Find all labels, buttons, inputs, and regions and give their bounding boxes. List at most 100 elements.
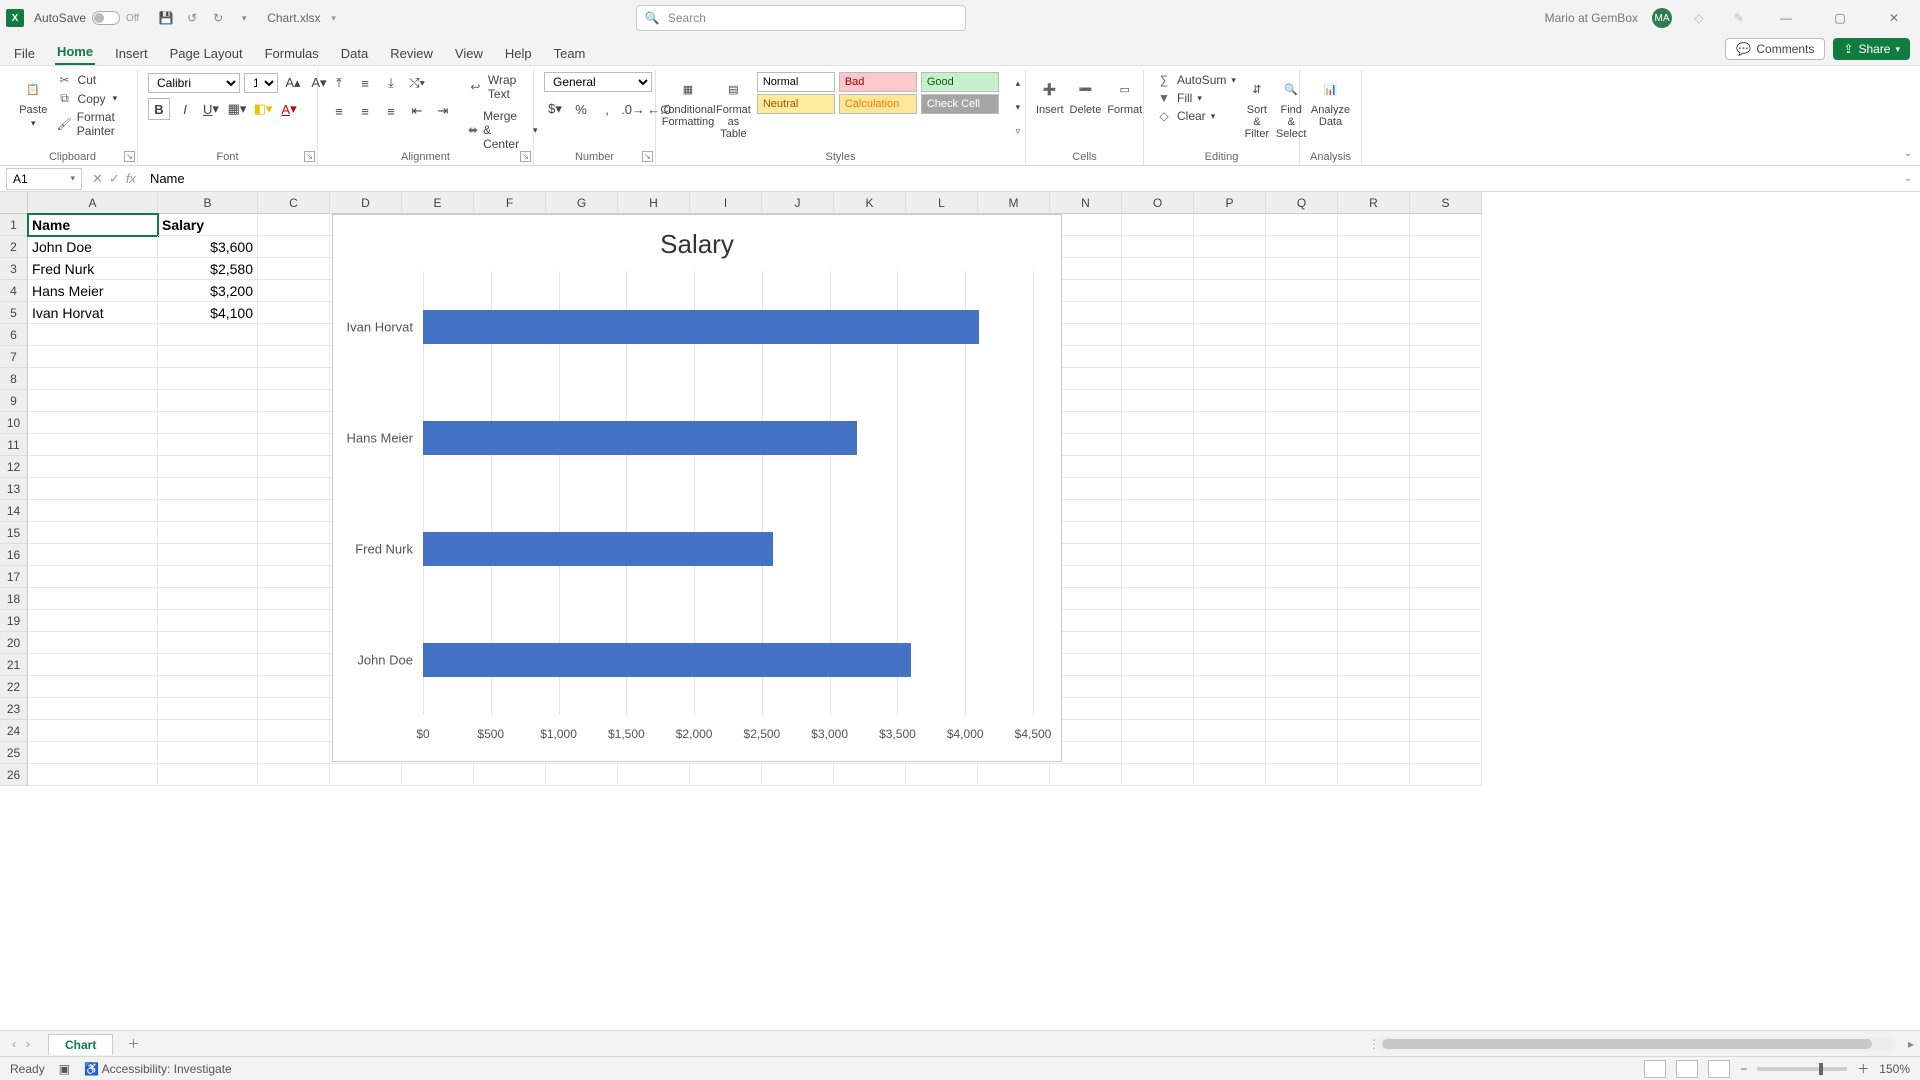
row-header[interactable]: 16 — [0, 544, 28, 566]
cell[interactable] — [1194, 214, 1266, 236]
cell[interactable] — [258, 434, 330, 456]
cell[interactable] — [28, 566, 158, 588]
cell[interactable] — [158, 676, 258, 698]
cell[interactable] — [1410, 654, 1482, 676]
cell[interactable] — [158, 742, 258, 764]
cell[interactable] — [28, 434, 158, 456]
cell[interactable] — [1266, 588, 1338, 610]
enter-formula-icon[interactable]: ✓ — [109, 171, 120, 187]
underline-button[interactable]: U▾ — [200, 98, 222, 120]
cell[interactable] — [158, 544, 258, 566]
fill-button[interactable]: ▼Fill▾ — [1154, 90, 1238, 106]
cell[interactable] — [258, 214, 330, 236]
cell[interactable] — [1410, 698, 1482, 720]
copy-button[interactable]: ⧉Copy▾ — [55, 90, 127, 107]
cell[interactable] — [690, 764, 762, 786]
avatar[interactable]: MA — [1652, 8, 1672, 28]
cell[interactable] — [1194, 632, 1266, 654]
cell[interactable] — [28, 522, 158, 544]
cell[interactable] — [1338, 654, 1410, 676]
cell[interactable] — [402, 764, 474, 786]
row-header[interactable]: 25 — [0, 742, 28, 764]
cell[interactable] — [1338, 720, 1410, 742]
cell[interactable] — [1266, 478, 1338, 500]
cell[interactable] — [1194, 522, 1266, 544]
cell[interactable] — [1122, 566, 1194, 588]
cell[interactable] — [1194, 610, 1266, 632]
cell[interactable] — [1194, 280, 1266, 302]
cell[interactable] — [1266, 500, 1338, 522]
cell[interactable] — [158, 346, 258, 368]
border-button[interactable]: ▦▾ — [226, 98, 248, 120]
cell[interactable] — [1410, 742, 1482, 764]
cancel-formula-icon[interactable]: ✕ — [92, 171, 103, 187]
column-header[interactable]: L — [906, 192, 978, 214]
cell[interactable] — [158, 588, 258, 610]
fx-icon[interactable]: fx — [126, 171, 136, 187]
cell[interactable] — [1338, 258, 1410, 280]
cell[interactable] — [1122, 632, 1194, 654]
cell[interactable] — [1338, 214, 1410, 236]
cell[interactable] — [258, 500, 330, 522]
cell[interactable] — [1194, 324, 1266, 346]
cell[interactable] — [1122, 588, 1194, 610]
row-header[interactable]: 6 — [0, 324, 28, 346]
cell[interactable] — [1194, 258, 1266, 280]
cell[interactable] — [1122, 522, 1194, 544]
cell[interactable] — [1266, 742, 1338, 764]
row-header[interactable]: 17 — [0, 566, 28, 588]
cell[interactable] — [1194, 390, 1266, 412]
cell[interactable]: $2,580 — [158, 258, 258, 280]
cell[interactable] — [1410, 280, 1482, 302]
cell[interactable]: $3,600 — [158, 236, 258, 258]
cell[interactable] — [1410, 566, 1482, 588]
view-page-layout-icon[interactable] — [1676, 1060, 1698, 1078]
cell[interactable] — [28, 456, 158, 478]
cell[interactable] — [1194, 698, 1266, 720]
row-header[interactable]: 12 — [0, 456, 28, 478]
autosum-button[interactable]: ∑AutoSum▾ — [1154, 72, 1238, 88]
cell[interactable] — [1410, 368, 1482, 390]
cell[interactable] — [1410, 390, 1482, 412]
row-header[interactable]: 15 — [0, 522, 28, 544]
column-header[interactable]: P — [1194, 192, 1266, 214]
clear-button[interactable]: ◇Clear▾ — [1154, 108, 1238, 124]
cell[interactable] — [158, 764, 258, 786]
name-box[interactable]: A1 ▾ — [6, 168, 82, 190]
accessibility-status[interactable]: ♿ Accessibility: Investigate — [84, 1062, 232, 1076]
cell[interactable] — [1266, 258, 1338, 280]
cell[interactable] — [1410, 632, 1482, 654]
cell[interactable] — [1266, 610, 1338, 632]
cell[interactable] — [1266, 720, 1338, 742]
cell[interactable] — [1266, 236, 1338, 258]
qat-customize-icon[interactable]: ▾ — [233, 7, 255, 29]
column-header[interactable]: F — [474, 192, 546, 214]
row-header[interactable]: 26 — [0, 764, 28, 786]
cell[interactable] — [834, 764, 906, 786]
column-header[interactable]: N — [1050, 192, 1122, 214]
format-cells-button[interactable]: ▭Format — [1107, 72, 1142, 116]
cell[interactable] — [1122, 456, 1194, 478]
tab-team[interactable]: Team — [552, 42, 588, 65]
column-header[interactable]: A — [28, 192, 158, 214]
cell[interactable] — [1266, 412, 1338, 434]
column-header[interactable]: H — [618, 192, 690, 214]
cell[interactable] — [158, 412, 258, 434]
cell[interactable] — [1050, 764, 1122, 786]
share-button[interactable]: ⇪Share▾ — [1833, 38, 1910, 60]
cell[interactable] — [1122, 478, 1194, 500]
cell[interactable] — [1338, 742, 1410, 764]
percent-icon[interactable]: % — [570, 98, 592, 120]
sheet-nav-next-icon[interactable]: › — [26, 1037, 30, 1051]
cell[interactable] — [1338, 698, 1410, 720]
row-header[interactable]: 20 — [0, 632, 28, 654]
cell[interactable] — [28, 478, 158, 500]
increase-indent-icon[interactable]: ⇥ — [432, 100, 454, 122]
cell[interactable] — [1410, 324, 1482, 346]
cell[interactable] — [1338, 764, 1410, 786]
cell[interactable] — [158, 390, 258, 412]
cell[interactable] — [1410, 544, 1482, 566]
style-good[interactable]: Good — [921, 72, 999, 92]
cell[interactable] — [28, 412, 158, 434]
cell[interactable] — [1410, 412, 1482, 434]
